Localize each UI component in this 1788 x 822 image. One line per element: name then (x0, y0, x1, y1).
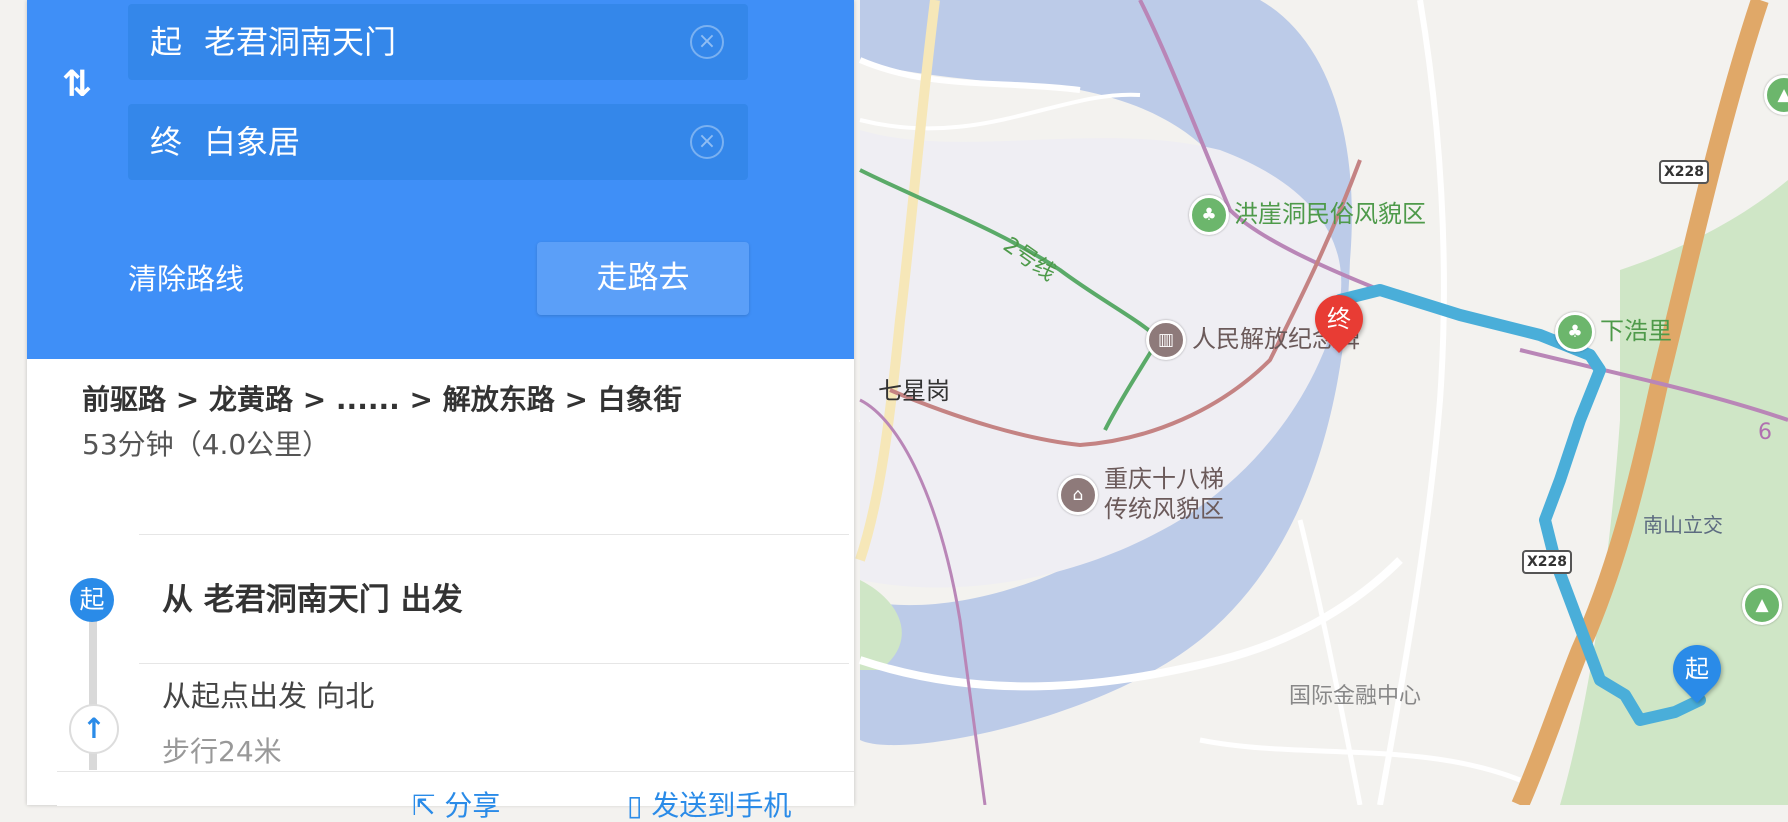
panel-bottom-bar: ⇱ 分享 ▯ 发送到手机 (57, 771, 854, 822)
route-summary[interactable]: 前驱路 > 龙黄路 > ...... > 解放东路 > 白象街 (82, 380, 682, 420)
start-point-field[interactable]: 起 老君洞南天门 × (128, 4, 748, 80)
start-badge: 起 (70, 578, 114, 622)
clear-end-icon[interactable]: × (690, 125, 724, 159)
scenic-spot-icon[interactable]: ♣ (1189, 195, 1229, 235)
start-point-value[interactable]: 老君洞南天门 (204, 4, 396, 80)
landmark-icon[interactable]: ⌂ (1058, 475, 1098, 515)
mountain-icon[interactable]: ▲ (1742, 585, 1782, 625)
poi-hongyadong[interactable]: 洪崖洞民俗风貌区 (1234, 199, 1426, 229)
step-1-distance: 步行24米 (162, 735, 282, 768)
share-label: 分享 (444, 789, 501, 822)
send-label: 发送到手机 (651, 789, 792, 822)
share-button[interactable]: ⇱ 分享 (412, 790, 500, 822)
scenic-spot-icon[interactable]: ♣ (1555, 312, 1595, 352)
start-pin[interactable]: 起 (1663, 635, 1731, 715)
end-pin[interactable]: 终 (1305, 285, 1373, 365)
end-point-field[interactable]: 终 白象居 × (128, 104, 748, 180)
metro-line-6-label: 6 (1758, 420, 1772, 445)
send-to-phone-button[interactable]: ▯ 发送到手机 (627, 790, 791, 822)
divider (139, 534, 849, 535)
road-shield-x228: X228 (1659, 160, 1710, 184)
arrow-up-icon: ↑ (69, 704, 119, 754)
poi-shibati-line2[interactable]: 传统风貌区 (1104, 494, 1224, 524)
end-pin-label: 终 (1327, 305, 1351, 333)
start-pin-label: 起 (1685, 655, 1709, 683)
end-prefix: 终 (150, 123, 183, 161)
road-shield-x228: X228 (1522, 550, 1573, 574)
route-panel-header: ⇅ 起 老君洞南天门 × 终 白象居 × 清除路线 走路去 (27, 0, 854, 359)
swap-arrows-icon[interactable]: ⇅ (57, 62, 97, 108)
poi-nanshan[interactable]: 南山立交 (1643, 510, 1723, 540)
divider (139, 663, 849, 664)
clear-start-icon[interactable]: × (690, 25, 724, 59)
poi-qixinggang[interactable]: 七星岗 (878, 376, 950, 406)
poi-shibati-line1[interactable]: 重庆十八梯 (1104, 464, 1224, 494)
start-prefix: 起 (150, 23, 183, 61)
poi-xiahaoli[interactable]: 下浩里 (1600, 316, 1672, 346)
museum-icon[interactable]: ▥ (1146, 320, 1186, 360)
phone-icon: ▯ (627, 789, 652, 822)
share-icon: ⇱ (412, 789, 445, 822)
clear-route-link[interactable]: 清除路线 (128, 256, 244, 302)
walk-button[interactable]: 走路去 (537, 242, 749, 315)
step-1-text[interactable]: 从起点出发 向北 (162, 676, 374, 716)
end-point-value[interactable]: 白象居 (204, 104, 300, 180)
step-start-text: 从 老君洞南天门 出发 (162, 582, 463, 618)
route-time-distance: 53分钟（4.0公里） (82, 428, 331, 461)
poi-ifc[interactable]: 国际金融中心 (1289, 682, 1421, 712)
route-panel: ⇅ 起 老君洞南天门 × 终 白象居 × 清除路线 走路去 前驱路 > 龙黄路 … (27, 0, 854, 822)
